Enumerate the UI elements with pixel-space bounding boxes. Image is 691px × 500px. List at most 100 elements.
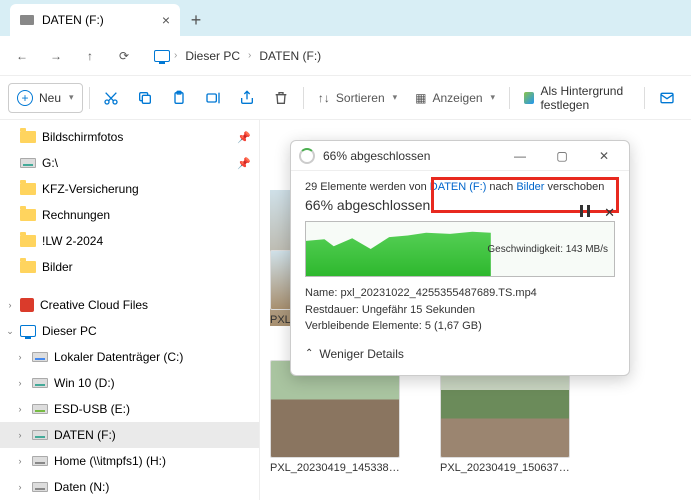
sidebar-item-bildschirmfotos[interactable]: Bildschirmfotos📌 <box>0 124 259 150</box>
sidebar-label: Lokaler Datenträger (C:) <box>54 350 183 364</box>
sidebar-label: Home (\\itmpfs1) (H:) <box>54 454 166 468</box>
drive-icon <box>32 482 48 492</box>
wallpaper-button[interactable]: Als Hintergrund festlegen <box>516 83 639 113</box>
source-link[interactable]: DATEN (F:) <box>430 181 487 193</box>
chevron-right-icon[interactable]: › <box>14 456 26 466</box>
chevron-down-icon: ▾ <box>69 92 74 103</box>
content-area: PXL_2 PXL_20230419_145338592.jpg PXL_202… <box>260 120 691 500</box>
percent-complete: 66% abgeschlossen <box>305 197 615 213</box>
sidebar-item-rechnungen[interactable]: Rechnungen <box>0 202 259 228</box>
close-tab-icon[interactable]: × <box>162 12 170 28</box>
move-progress-dialog: 66% abgeschlossen — ▢ ✕ 29 Elemente werd… <box>290 140 630 376</box>
sidebar-item-g[interactable]: G:\ 📌 <box>0 150 259 176</box>
minimize-button[interactable]: — <box>503 144 537 168</box>
forward-button[interactable]: → <box>42 42 70 70</box>
sidebar-label: !LW 2-2024 <box>42 234 103 248</box>
sidebar-item-bilder[interactable]: Bilder <box>0 254 259 280</box>
chevron-down-icon[interactable]: ⌄ <box>4 326 16 337</box>
sidebar-label: Bilder <box>42 260 73 274</box>
sidebar-label: Win 10 (D:) <box>54 376 115 390</box>
transfer-details: Name: pxl_20231022_4255355487689.TS.mp4 … <box>305 285 615 335</box>
sidebar: Bildschirmfotos📌 G:\ 📌 KFZ-Versicherung R… <box>0 120 260 500</box>
sort-icon: ↑↓ <box>318 91 330 105</box>
file-item[interactable]: PXL_20230419_150637065.jpg <box>440 360 570 474</box>
folder-icon <box>20 209 36 221</box>
sidebar-label: Bildschirmfotos <box>42 130 123 144</box>
monitor-icon <box>20 325 36 337</box>
refresh-button[interactable]: ⟳ <box>110 42 138 70</box>
sidebar-item-drive-d[interactable]: › Win 10 (D:) <box>0 370 259 396</box>
breadcrumb[interactable]: › Dieser PC › DATEN (F:) <box>154 47 325 65</box>
speed-graph: Geschwindigkeit: 143 MB/s <box>305 221 615 277</box>
separator <box>303 87 304 109</box>
drive-icon <box>32 430 48 440</box>
file-name: PXL_20230419_150637065.jpg <box>440 462 570 474</box>
folder-icon <box>20 183 36 195</box>
folder-icon <box>20 131 36 143</box>
cancel-button[interactable]: ✕ <box>604 205 615 221</box>
view-button[interactable]: ▦ Anzeigen ▾ <box>407 83 503 113</box>
sort-button[interactable]: ↑↓ Sortieren ▾ <box>310 83 405 113</box>
file-item[interactable]: PXL_20230419_145338592.jpg <box>270 360 400 474</box>
sidebar-item-kfz[interactable]: KFZ-Versicherung <box>0 176 259 202</box>
share-button[interactable] <box>231 83 263 113</box>
fewer-details-button[interactable]: ⌃ Weniger Details <box>305 347 615 361</box>
maximize-button[interactable]: ▢ <box>545 144 579 168</box>
sidebar-label: DATEN (F:) <box>54 428 116 442</box>
chevron-right-icon: › <box>248 50 251 61</box>
breadcrumb-item[interactable]: DATEN (F:) <box>255 47 325 65</box>
copy-button[interactable] <box>129 83 161 113</box>
creative-cloud-icon <box>20 298 34 312</box>
close-button[interactable]: ✕ <box>587 144 621 168</box>
drive-icon <box>32 378 48 388</box>
sidebar-item-drive-c[interactable]: › Lokaler Datenträger (C:) <box>0 344 259 370</box>
chevron-right-icon[interactable]: › <box>14 404 26 414</box>
sidebar-item-creative[interactable]: ›Creative Cloud Files <box>0 292 259 318</box>
sidebar-item-drive-n[interactable]: › Daten (N:) <box>0 474 259 500</box>
dialog-titlebar[interactable]: 66% abgeschlossen — ▢ ✕ <box>291 141 629 171</box>
delete-button[interactable] <box>265 83 297 113</box>
chevron-right-icon: › <box>174 50 177 61</box>
sidebar-item-pc[interactable]: ⌄Dieser PC <box>0 318 259 344</box>
up-button[interactable]: ↑ <box>76 42 104 70</box>
sidebar-item-drive-h[interactable]: › Home (\\itmpfs1) (H:) <box>0 448 259 474</box>
new-button[interactable]: + Neu ▾ <box>8 83 83 113</box>
pause-button[interactable] <box>580 205 590 217</box>
chevron-right-icon[interactable]: › <box>14 430 26 440</box>
pin-icon: 📌 <box>237 157 251 170</box>
window-tab[interactable]: DATEN (F:) × <box>10 4 180 36</box>
chevron-right-icon[interactable]: › <box>14 482 26 492</box>
chevron-down-icon: ▾ <box>491 92 496 103</box>
speed-label: Geschwindigkeit: 143 MB/s <box>487 244 608 255</box>
chevron-right-icon[interactable]: › <box>4 300 16 310</box>
sidebar-label: G:\ <box>42 156 58 170</box>
tab-title: DATEN (F:) <box>42 13 104 27</box>
sidebar-label: KFZ-Versicherung <box>42 182 139 196</box>
chevron-down-icon: ▾ <box>393 92 398 103</box>
drive-icon <box>32 352 48 362</box>
dialog-title: 66% abgeschlossen <box>323 149 430 163</box>
sidebar-item-drive-f[interactable]: › DATEN (F:) <box>0 422 259 448</box>
sidebar-label: Daten (N:) <box>54 480 109 494</box>
breadcrumb-item[interactable]: Dieser PC <box>181 47 244 65</box>
cut-button[interactable] <box>95 83 127 113</box>
sidebar-item-lw[interactable]: !LW 2-2024 <box>0 228 259 254</box>
file-name: PXL_20230419_145338592.jpg <box>270 462 400 474</box>
new-tab-button[interactable]: + <box>180 4 212 36</box>
sidebar-label: ESD-USB (E:) <box>54 402 130 416</box>
chevron-up-icon: ⌃ <box>305 348 313 359</box>
mail-button[interactable] <box>651 83 683 113</box>
view-label: Anzeigen <box>433 91 483 105</box>
status-text: 29 Elemente werden von DATEN (F:) nach B… <box>305 181 615 193</box>
folder-icon <box>20 261 36 273</box>
paste-button[interactable] <box>163 83 195 113</box>
sidebar-item-drive-e[interactable]: › ESD-USB (E:) <box>0 396 259 422</box>
rename-button[interactable] <box>197 83 229 113</box>
back-button[interactable]: ← <box>8 42 36 70</box>
sort-label: Sortieren <box>336 91 385 105</box>
dest-link[interactable]: Bilder <box>516 181 544 193</box>
chevron-right-icon[interactable]: › <box>14 352 26 362</box>
folder-icon <box>20 235 36 247</box>
drive-icon <box>32 404 48 414</box>
chevron-right-icon[interactable]: › <box>14 378 26 388</box>
